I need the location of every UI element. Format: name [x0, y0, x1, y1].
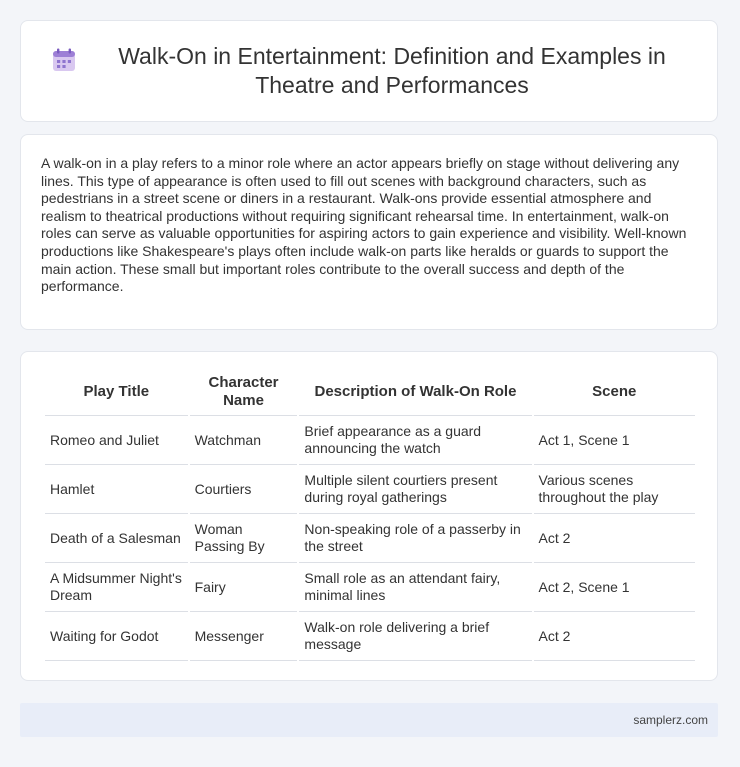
cell-play-title: A Midsummer Night's Dream [45, 563, 188, 612]
table-header-row: Play Title Character Name Description of… [45, 368, 695, 416]
table-card: Play Title Character Name Description of… [20, 351, 718, 681]
header-play-title: Play Title [45, 368, 188, 416]
cell-description: Small role as an attendant fairy, minima… [299, 563, 532, 612]
header-character-name: Character Name [189, 368, 298, 416]
table-row: Hamlet Courtiers Multiple silent courtie… [45, 465, 695, 514]
header-scene: Scene [533, 368, 695, 416]
intro-paragraph: A walk-on in a play refers to a minor ro… [41, 155, 687, 295]
cell-description: Walk-on role delivering a brief message [299, 612, 532, 661]
cell-character-name: Woman Passing By [189, 514, 298, 563]
calendar-icon [53, 48, 75, 71]
cell-scene: Act 2 [533, 612, 695, 661]
cell-scene: Act 2 [533, 514, 695, 563]
table-row: Death of a Salesman Woman Passing By Non… [45, 514, 695, 563]
intro-card: A walk-on in a play refers to a minor ro… [20, 134, 718, 330]
cell-scene: Act 1, Scene 1 [533, 416, 695, 465]
cell-play-title: Hamlet [45, 465, 188, 514]
page-title: Walk-On in Entertainment: Definition and… [118, 43, 666, 98]
cell-description: Multiple silent courtiers present during… [299, 465, 532, 514]
cell-scene: Act 2, Scene 1 [533, 563, 695, 612]
cell-character-name: Fairy [189, 563, 298, 612]
cell-character-name: Messenger [189, 612, 298, 661]
footer-bar: samplerz.com [20, 703, 718, 737]
cell-play-title: Waiting for Godot [45, 612, 188, 661]
footer-site-link[interactable]: samplerz.com [633, 713, 708, 727]
cell-character-name: Watchman [189, 416, 298, 465]
cell-description: Brief appearance as a guard announcing t… [299, 416, 532, 465]
title-card: Walk-On in Entertainment: Definition and… [20, 20, 718, 122]
cell-play-title: Death of a Salesman [45, 514, 188, 563]
table-row: A Midsummer Night's Dream Fairy Small ro… [45, 563, 695, 612]
cell-scene: Various scenes throughout the play [533, 465, 695, 514]
cell-description: Non-speaking role of a passerby in the s… [299, 514, 532, 563]
title-wrap: Walk-On in Entertainment: Definition and… [21, 21, 717, 121]
table-row: Waiting for Godot Messenger Walk-on role… [45, 612, 695, 661]
cell-play-title: Romeo and Juliet [45, 416, 188, 465]
header-description: Description of Walk-On Role [299, 368, 532, 416]
cell-character-name: Courtiers [189, 465, 298, 514]
table-row: Romeo and Juliet Watchman Brief appearan… [45, 416, 695, 465]
walk-on-table: Play Title Character Name Description of… [43, 368, 697, 661]
